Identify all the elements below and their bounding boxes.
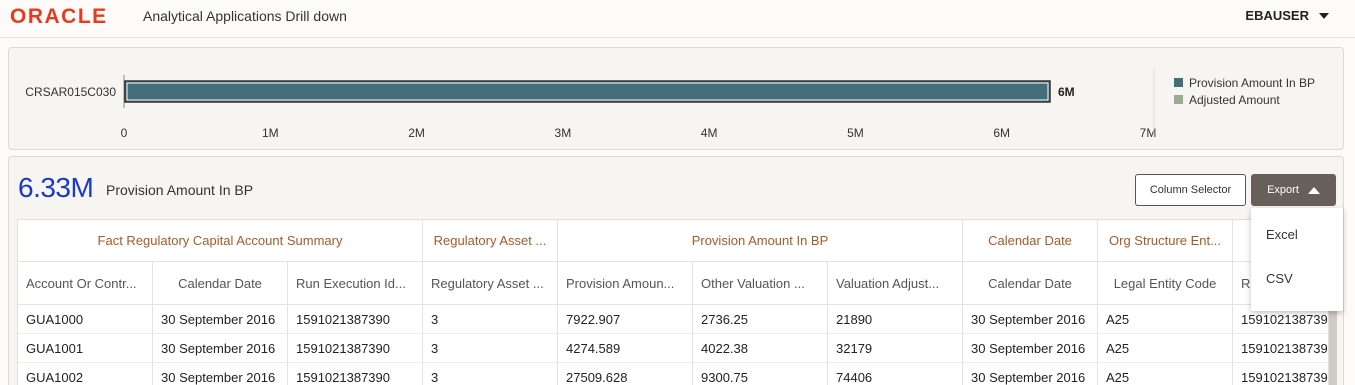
user-name: EBAUSER (1245, 8, 1309, 23)
table-cell: 1591021387390 (1233, 334, 1328, 363)
category-label: CRSAR015C030 (25, 85, 116, 99)
vertical-scrollbar[interactable] (1329, 305, 1337, 385)
kpi-label: Provision Amount In BP (106, 182, 254, 198)
table-cell: 30 September 2016 (153, 334, 288, 363)
chevron-up-icon (1307, 186, 1320, 194)
x-tick-label: 0 (121, 126, 128, 140)
group-header[interactable]: Org Structure Ent... (1098, 220, 1233, 262)
bar-chart: CRSAR015C030 6M0 1M 2M 3M 4M 5M 6M 7MProvision A… (25, 68, 1315, 140)
export-button[interactable]: Export (1251, 174, 1336, 206)
legend-swatch (1174, 78, 1183, 87)
app-title: Analytical Applications Drill down (143, 8, 347, 24)
column-header[interactable]: Other Valuation ... (693, 262, 828, 305)
column-header[interactable]: Calendar Date (153, 262, 288, 305)
x-tick-label: 5M (847, 126, 864, 140)
table-cell: A25 (1098, 363, 1233, 385)
table-cell: 1591021387390 (288, 334, 423, 363)
table-cell: 3 (423, 305, 558, 334)
data-label: 6M (1058, 85, 1075, 99)
table-cell: 1591021387390 (1233, 363, 1328, 385)
table-cell: 1591021387390 (288, 305, 423, 334)
table-cell: A25 (1098, 334, 1233, 363)
table-cell: 4022.38 (693, 334, 828, 363)
table-cell: A25 (1098, 305, 1233, 334)
table-cell: 32179 (828, 334, 963, 363)
column-header-row: Account Or Contr... Calendar Date Run Exec… (18, 262, 1328, 305)
legend-label: Provision Amount In BP (1189, 76, 1315, 90)
table-cell: GUA1001 (18, 334, 153, 363)
x-tick-label: 4M (701, 126, 718, 140)
table-cell: 4274.589 (558, 334, 693, 363)
table-cell: 3 (423, 334, 558, 363)
export-label: Export (1267, 184, 1299, 196)
table-cell: 1591021387390 (288, 363, 423, 385)
x-tick-label: 3M (555, 126, 572, 140)
table-cell: 7922.907 (558, 305, 693, 334)
x-tick-label: 6M (993, 126, 1010, 140)
table-cell: 2736.25 (693, 305, 828, 334)
legend-swatch (1174, 95, 1183, 104)
table-cell: 30 September 2016 (153, 305, 288, 334)
kpi-value: 6.33M (18, 172, 94, 203)
x-tick-label: 2M (408, 126, 425, 140)
column-header[interactable]: Provision Amoun... (558, 262, 693, 305)
column-header[interactable]: Calendar Date (963, 262, 1098, 305)
chart-panel: CRSAR015C030 6M 0 1M 2M 3M 4M 5M 6M 7M Provision A… (8, 47, 1344, 150)
column-selector-button[interactable]: Column Selector (1135, 174, 1246, 206)
export-csv-item[interactable]: CSV (1266, 271, 1293, 286)
app-header: ORACLE Analytical Applications Drill dow… (0, 0, 1355, 38)
table-cell: 30 September 2016 (153, 363, 288, 385)
oracle-logo: ORACLE (10, 5, 108, 28)
x-tick-label: 1M (262, 126, 279, 140)
table-cell: 27509.628 (558, 363, 693, 385)
table-cell: 74406 (828, 363, 963, 385)
table-row[interactable]: GUA1000 30 September 2016 1591021387390 3 79… (18, 305, 1328, 334)
table-row[interactable]: GUA1001 30 September 2016 1591021387390 3 42… (18, 334, 1328, 363)
export-excel-item[interactable]: Excel (1266, 227, 1298, 242)
column-header[interactable]: Legal Entity Code (1098, 262, 1233, 305)
table-cell: 30 September 2016 (963, 305, 1098, 334)
column-header[interactable]: Valuation Adjust... (828, 262, 963, 305)
group-header[interactable]: Regulatory Asset ... (423, 220, 558, 262)
export-menu: Excel CSV (1251, 208, 1343, 311)
group-header-row: Fact Regulatory Capital Account Summary R… (18, 220, 1328, 262)
bar[interactable] (124, 80, 1051, 103)
table-cell: 30 September 2016 (963, 363, 1098, 385)
table-cell: 30 September 2016 (963, 334, 1098, 363)
table-cell: 21890 (828, 305, 963, 334)
table-cell: GUA1002 (18, 363, 153, 385)
chevron-down-icon (1319, 12, 1329, 19)
data-grid: Fact Regulatory Capital Account Summary R… (17, 219, 1329, 385)
legend-label: Adjusted Amount (1189, 93, 1280, 107)
user-menu[interactable]: EBAUSER (1245, 8, 1329, 23)
table-cell: 3 (423, 363, 558, 385)
group-header[interactable]: Provision Amount In BP (558, 220, 963, 262)
group-header[interactable]: Fact Regulatory Capital Account Summary (18, 220, 423, 262)
table-cell: GUA1000 (18, 305, 153, 334)
column-header[interactable]: Run Execution Id... (288, 262, 423, 305)
column-header[interactable]: Regulatory Asset ... (423, 262, 558, 305)
group-header[interactable]: Calendar Date (963, 220, 1098, 262)
table-cell: 9300.75 (693, 363, 828, 385)
table-panel: 6.33M Provision Amount In BP Column Sele… (8, 156, 1344, 385)
column-header[interactable]: Account Or Contr... (18, 262, 153, 305)
table-row[interactable]: GUA1002 30 September 2016 1591021387390 3 27… (18, 363, 1328, 385)
